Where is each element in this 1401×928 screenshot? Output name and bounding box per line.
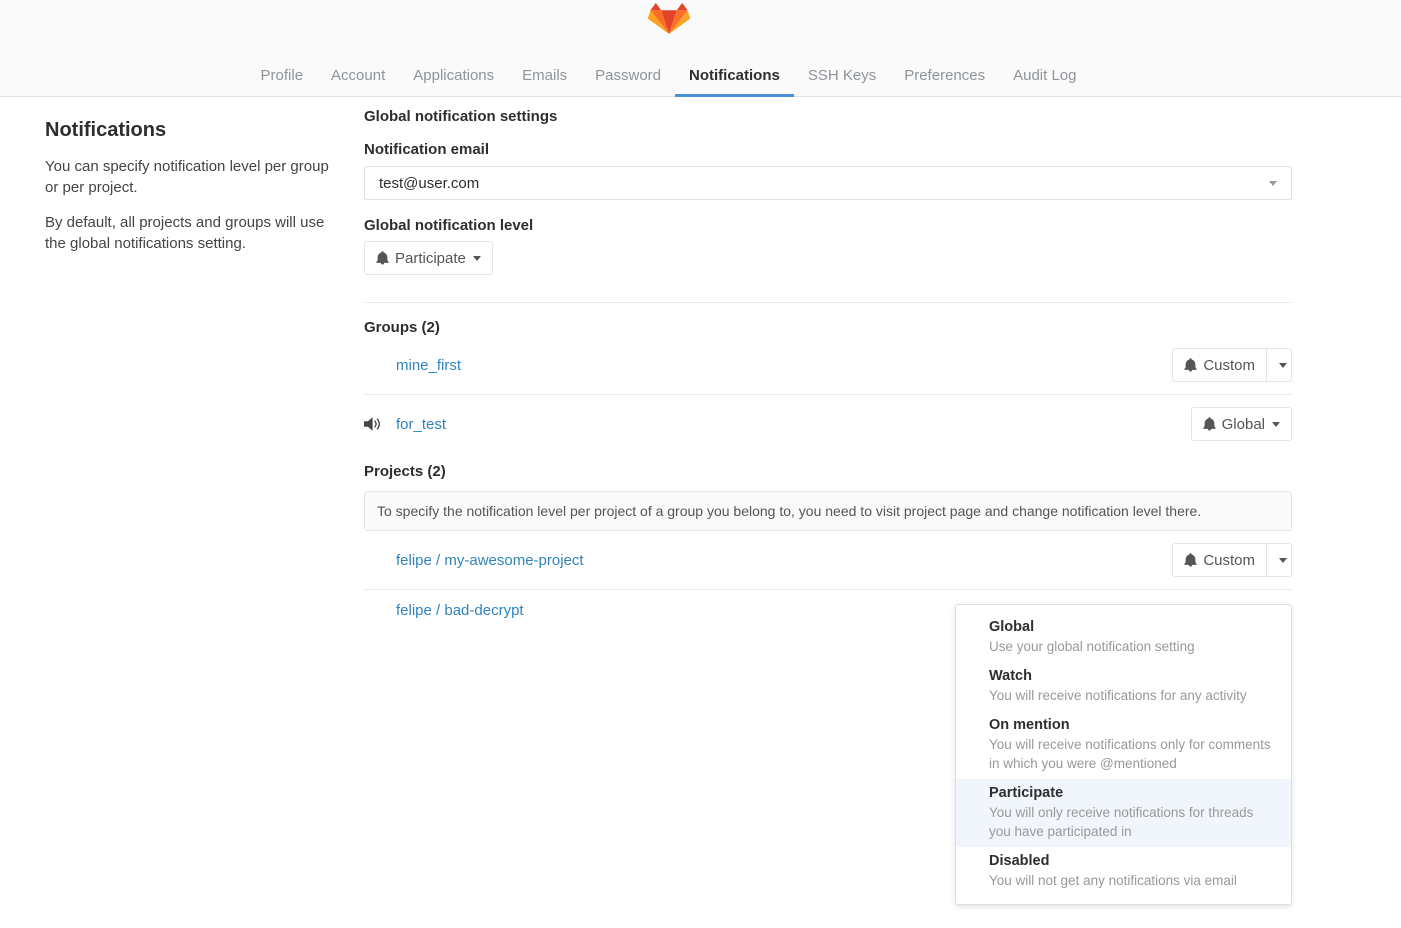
content: Notifications You can specify notificati… bbox=[0, 97, 1401, 631]
project-level-split-button: Custom bbox=[1172, 543, 1292, 577]
dropdown-item-title: On mention bbox=[989, 716, 1275, 735]
bell-icon bbox=[1203, 417, 1216, 431]
caret-down-icon bbox=[1272, 422, 1280, 427]
dropdown-item-watch[interactable]: Watch You will receive notifications for… bbox=[956, 662, 1291, 711]
group-level-button[interactable]: Custom bbox=[1172, 348, 1267, 382]
notification-email-select[interactable]: test@user.com bbox=[364, 166, 1292, 200]
caret-down-icon bbox=[1279, 558, 1287, 563]
groups-list: mine_first Custom bbox=[364, 336, 1292, 453]
global-level-button[interactable]: Participate bbox=[364, 241, 493, 275]
projects-section-title: Projects (2) bbox=[364, 463, 1292, 480]
logo-wrap bbox=[0, 2, 1337, 35]
page: Profile Account Applications Emails Pass… bbox=[0, 0, 1401, 928]
group-row-mine-first: mine_first Custom bbox=[364, 336, 1292, 395]
bell-icon bbox=[376, 251, 389, 265]
notification-level-dropdown-menu: Global Use your global notification sett… bbox=[955, 604, 1292, 905]
group-icon-slot bbox=[364, 417, 396, 431]
groups-section-title: Groups (2) bbox=[364, 319, 1292, 336]
group-level-button[interactable]: Global bbox=[1191, 407, 1292, 441]
dropdown-item-desc: You will receive notifications for any a… bbox=[989, 686, 1275, 705]
sidebar-paragraph: You can specify notification level per g… bbox=[45, 156, 330, 198]
bell-icon bbox=[1184, 553, 1197, 567]
dropdown-item-participate[interactable]: Participate You will only receive notifi… bbox=[956, 779, 1291, 847]
group-link-mine-first[interactable]: mine_first bbox=[396, 357, 461, 374]
project-link-bad-decrypt[interactable]: felipe / bad-decrypt bbox=[396, 602, 524, 619]
caret-down-icon bbox=[1279, 363, 1287, 368]
group-level-value: Custom bbox=[1203, 357, 1255, 374]
global-settings-title: Global notification settings bbox=[364, 108, 1292, 125]
caret-down-icon bbox=[1269, 181, 1277, 186]
dropdown-item-title: Disabled bbox=[989, 852, 1275, 871]
sidebar-paragraph: By default, all projects and groups will… bbox=[45, 212, 330, 254]
project-level-caret-button[interactable] bbox=[1267, 543, 1292, 577]
tab-audit-log[interactable]: Audit Log bbox=[999, 55, 1090, 97]
dropdown-item-on-mention[interactable]: On mention You will receive notification… bbox=[956, 711, 1291, 779]
tab-notifications[interactable]: Notifications bbox=[675, 55, 794, 97]
dropdown-item-global[interactable]: Global Use your global notification sett… bbox=[956, 613, 1291, 662]
tab-profile[interactable]: Profile bbox=[247, 55, 318, 97]
notification-email-label: Notification email bbox=[364, 141, 1292, 158]
dropdown-item-desc: Use your global notification setting bbox=[989, 637, 1275, 656]
dropdown-item-desc: You will not get any notifications via e… bbox=[989, 871, 1275, 890]
dropdown-item-title: Participate bbox=[989, 784, 1275, 803]
group-row-for-test: for_test Global bbox=[364, 395, 1292, 453]
gitlab-tanuki-logo-icon[interactable] bbox=[648, 2, 690, 35]
divider bbox=[364, 302, 1292, 303]
bell-icon bbox=[1184, 358, 1197, 372]
dropdown-item-disabled[interactable]: Disabled You will not get any notificati… bbox=[956, 847, 1291, 896]
project-row-my-awesome-project: felipe / my-awesome-project Custom bbox=[364, 531, 1292, 590]
project-level-value: Custom bbox=[1203, 552, 1255, 569]
notification-email-value: test@user.com bbox=[379, 175, 479, 192]
caret-down-icon bbox=[473, 256, 481, 261]
tab-preferences[interactable]: Preferences bbox=[890, 55, 999, 97]
tab-emails[interactable]: Emails bbox=[508, 55, 581, 97]
tab-applications[interactable]: Applications bbox=[399, 55, 508, 97]
main-panel: Global notification settings Notificatio… bbox=[364, 97, 1292, 631]
global-level-value: Participate bbox=[395, 250, 466, 267]
volume-up-icon bbox=[364, 417, 382, 431]
project-link-my-awesome-project[interactable]: felipe / my-awesome-project bbox=[396, 552, 584, 569]
tab-account[interactable]: Account bbox=[317, 55, 399, 97]
group-link-for-test[interactable]: for_test bbox=[396, 416, 446, 433]
group-level-value: Global bbox=[1222, 416, 1265, 433]
group-level-split-button: Custom bbox=[1172, 348, 1292, 382]
tab-password[interactable]: Password bbox=[581, 55, 675, 97]
page-title: Notifications bbox=[45, 119, 330, 142]
dropdown-item-title: Global bbox=[989, 618, 1275, 637]
group-level-caret-button[interactable] bbox=[1267, 348, 1292, 382]
project-level-button[interactable]: Custom bbox=[1172, 543, 1267, 577]
dropdown-item-title: Watch bbox=[989, 667, 1275, 686]
dropdown-item-desc: You will only receive notifications for … bbox=[989, 803, 1275, 841]
tab-ssh-keys[interactable]: SSH Keys bbox=[794, 55, 890, 97]
dropdown-item-desc: You will receive notifications only for … bbox=[989, 735, 1275, 773]
header: Profile Account Applications Emails Pass… bbox=[0, 0, 1401, 97]
profile-nav-tabs: Profile Account Applications Emails Pass… bbox=[0, 55, 1337, 97]
projects-notice: To specify the notification level per pr… bbox=[364, 491, 1292, 531]
sidebar-description: Notifications You can specify notificati… bbox=[45, 97, 330, 631]
global-level-label: Global notification level bbox=[364, 217, 1292, 234]
